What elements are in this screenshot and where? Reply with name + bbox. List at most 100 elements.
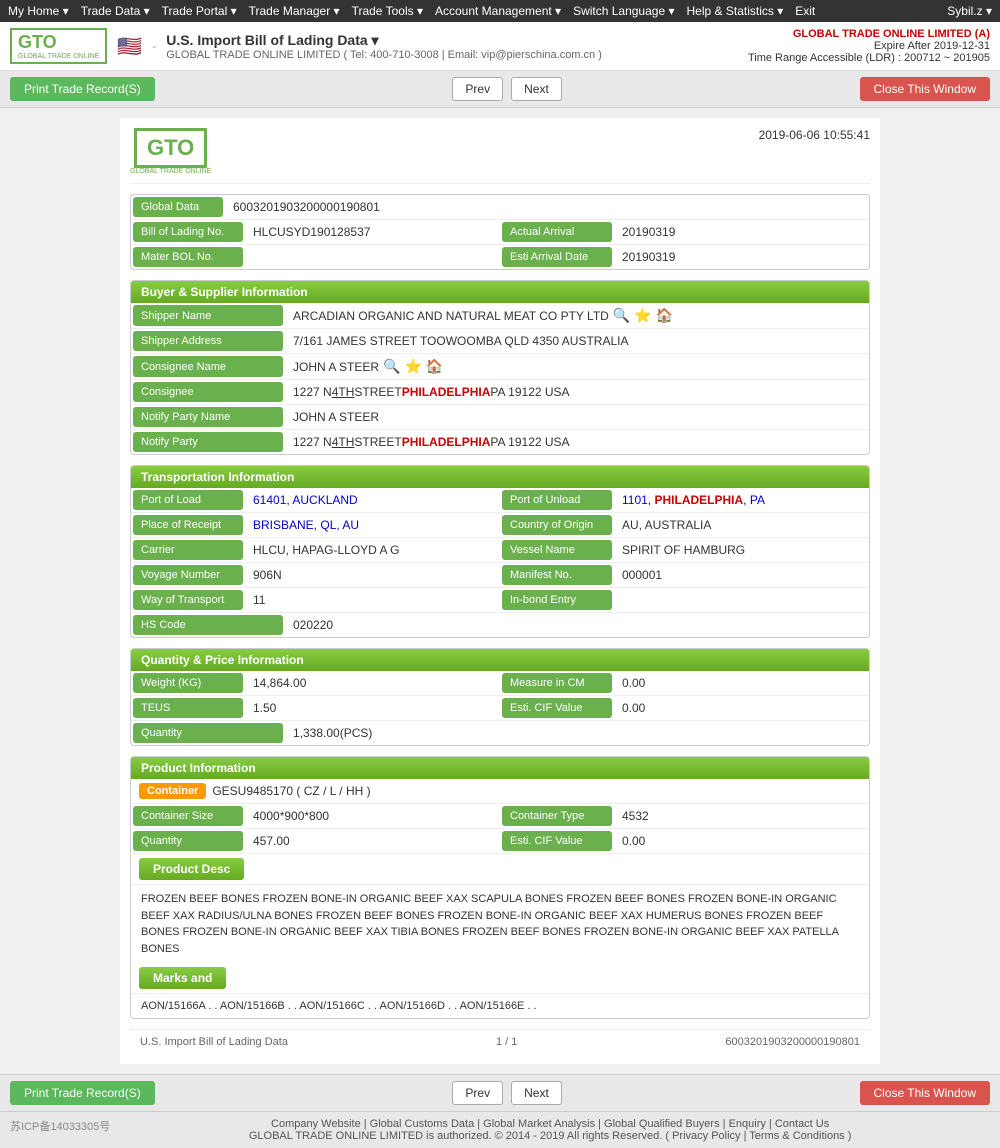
next-button-top[interactable]: Next bbox=[511, 77, 562, 101]
container-value: GESU9485170 ( CZ / L / HH ) bbox=[212, 784, 370, 798]
product-esti-cif-label: Esti. CIF Value bbox=[502, 831, 612, 851]
buyer-supplier-section: Buyer & Supplier Information Shipper Nam… bbox=[130, 280, 870, 455]
teus-label: TEUS bbox=[133, 698, 243, 718]
data-source-contact: GLOBAL TRADE ONLINE LIMITED ( Tel: 400-7… bbox=[166, 49, 602, 61]
product-desc-value: FROZEN BEEF BONES FROZEN BONE-IN ORGANIC… bbox=[131, 885, 869, 963]
bol-value: HLCUSYD190128537 bbox=[245, 220, 500, 244]
teus-value: 1.50 bbox=[245, 696, 500, 720]
notify-party-name-label: Notify Party Name bbox=[133, 407, 283, 427]
hs-code-label: HS Code bbox=[133, 615, 283, 635]
doc-timestamp: 2019-06-06 10:55:41 bbox=[759, 128, 870, 142]
product-title: Product Information bbox=[131, 757, 869, 779]
nav-account-management[interactable]: Account Management ▾ bbox=[435, 4, 561, 18]
quantity-price-title: Quantity & Price Information bbox=[131, 649, 869, 671]
consignee-star-icon[interactable]: ⭐ bbox=[404, 358, 421, 375]
esti-arrival-label: Esti Arrival Date bbox=[502, 247, 612, 267]
country-of-origin-col: Country of Origin AU, AUSTRALIA bbox=[500, 513, 869, 537]
notify-party-label: Notify Party bbox=[133, 432, 283, 452]
shipper-address-value: 7/161 JAMES STREET TOOWOOMBA QLD 4350 AU… bbox=[285, 329, 869, 353]
carrier-value: HLCU, HAPAG-LLOYD A G bbox=[245, 538, 500, 562]
prev-button-top[interactable]: Prev bbox=[452, 77, 503, 101]
data-source-title[interactable]: U.S. Import Bill of Lading Data ▾ bbox=[166, 32, 602, 49]
footer-links: Company Website | Global Customs Data | … bbox=[10, 1118, 990, 1130]
product-desc-label: Product Desc bbox=[139, 858, 244, 880]
product-esti-cif-value: 0.00 bbox=[614, 829, 869, 853]
voyage-number-label: Voyage Number bbox=[133, 565, 243, 585]
notify-party-name-value: JOHN A STEER bbox=[285, 405, 869, 429]
nav-buttons-top: Prev Next bbox=[452, 77, 561, 101]
nav-trade-portal[interactable]: Trade Portal ▾ bbox=[162, 4, 237, 18]
next-button-bottom[interactable]: Next bbox=[511, 1081, 562, 1105]
master-bol-col: Mater BOL No. bbox=[131, 245, 500, 269]
product-quantity-value: 457.00 bbox=[245, 829, 500, 853]
master-bol-label: Mater BOL No. bbox=[133, 247, 243, 267]
port-of-unload-label: Port of Unload bbox=[502, 490, 612, 510]
logo-sub: GLOBAL TRADE ONLINE bbox=[18, 53, 99, 60]
shipper-icons: 🔍 ⭐ 🏠 bbox=[613, 307, 673, 324]
shipper-home-icon[interactable]: 🏠 bbox=[656, 307, 673, 324]
nav-exit[interactable]: Exit bbox=[795, 4, 815, 18]
container-size-label: Container Size bbox=[133, 806, 243, 826]
product-qty-cif-row: Quantity 457.00 Esti. CIF Value 0.00 bbox=[131, 829, 869, 854]
port-of-load-value: 61401, AUCKLAND bbox=[245, 488, 500, 512]
bottom-toolbar: Print Trade Record(S) Prev Next Close Th… bbox=[0, 1074, 1000, 1111]
esti-cif-value: 0.00 bbox=[614, 696, 869, 720]
container-size-value: 4000*900*800 bbox=[245, 804, 500, 828]
data-source-info: U.S. Import Bill of Lading Data ▾ GLOBAL… bbox=[166, 32, 602, 61]
main-content: GTO GLOBAL TRADE ONLINE 2019-06-06 10:55… bbox=[120, 118, 880, 1064]
consignee-name-label: Consignee Name bbox=[133, 356, 283, 377]
bol-label: Bill of Lading No. bbox=[133, 222, 243, 242]
global-data-row: Global Data 60032019032000001908​01 bbox=[131, 195, 869, 220]
esti-cif-label: Esti. CIF Value bbox=[502, 698, 612, 718]
container-type-value: 4532 bbox=[614, 804, 869, 828]
icp-text: 苏ICP备14033305号 bbox=[10, 1118, 110, 1134]
shipper-search-icon[interactable]: 🔍 bbox=[613, 307, 630, 324]
esti-cif-col: Esti. CIF Value 0.00 bbox=[500, 696, 869, 720]
vessel-name-col: Vessel Name SPIRIT OF HAMBURG bbox=[500, 538, 869, 562]
close-button-bottom[interactable]: Close This Window bbox=[860, 1081, 990, 1105]
user-menu[interactable]: Sybil.z ▾ bbox=[947, 4, 992, 18]
close-button-top[interactable]: Close This Window bbox=[860, 77, 990, 101]
weight-value: 14,864.00 bbox=[245, 671, 500, 695]
notify-party-row: Notify Party 1227 N 4TH STREET PHILADELP… bbox=[131, 430, 869, 454]
nav-trade-manager[interactable]: Trade Manager ▾ bbox=[249, 4, 340, 18]
shipper-address-label: Shipper Address bbox=[133, 331, 283, 351]
nav-buttons-bottom: Prev Next bbox=[452, 1081, 561, 1105]
doc-logo-text: GTO bbox=[147, 135, 194, 160]
port-of-unload-col: Port of Unload 1101, PHILADELPHIA, PA bbox=[500, 488, 869, 512]
consignee-value: 1227 N 4TH STREET PHILADELPHIA PA 19122 … bbox=[285, 380, 869, 404]
marks-header-row: Marks and bbox=[131, 963, 869, 994]
port-of-load-label: Port of Load bbox=[133, 490, 243, 510]
place-of-receipt-value: BRISBANE, QL, AU bbox=[245, 513, 500, 537]
product-quantity-col: Quantity 457.00 bbox=[131, 829, 500, 853]
prev-button-bottom[interactable]: Prev bbox=[452, 1081, 503, 1105]
product-esti-cif-col: Esti. CIF Value 0.00 bbox=[500, 829, 869, 853]
company-name: GLOBAL TRADE ONLINE LIMITED (A) bbox=[748, 28, 990, 40]
quantity-price-section: Quantity & Price Information Weight (KG)… bbox=[130, 648, 870, 746]
country-of-origin-label: Country of Origin bbox=[502, 515, 612, 535]
receipt-origin-row: Place of Receipt BRISBANE, QL, AU Countr… bbox=[131, 513, 869, 538]
nav-items: My Home ▾ Trade Data ▾ Trade Portal ▾ Tr… bbox=[8, 4, 815, 18]
consignee-home-icon[interactable]: 🏠 bbox=[426, 358, 443, 375]
teus-cif-row: TEUS 1.50 Esti. CIF Value 0.00 bbox=[131, 696, 869, 721]
print-button-top[interactable]: Print Trade Record(S) bbox=[10, 77, 155, 101]
nav-trade-tools[interactable]: Trade Tools ▾ bbox=[352, 4, 423, 18]
nav-trade-data[interactable]: Trade Data ▾ bbox=[81, 4, 150, 18]
master-bol-value bbox=[245, 245, 500, 269]
nav-help-statistics[interactable]: Help & Statistics ▾ bbox=[687, 4, 784, 18]
header-right: GLOBAL TRADE ONLINE LIMITED (A) Expire A… bbox=[748, 28, 990, 64]
shipper-address-row: Shipper Address 7/161 JAMES STREET TOOWO… bbox=[131, 329, 869, 354]
consignee-search-icon[interactable]: 🔍 bbox=[383, 358, 400, 375]
global-data-section: Global Data 60032019032000001908​01 Bill… bbox=[130, 194, 870, 270]
nav-my-home[interactable]: My Home ▾ bbox=[8, 4, 69, 18]
shipper-star-icon[interactable]: ⭐ bbox=[634, 307, 651, 324]
container-row: Container GESU9485170 ( CZ / L / HH ) bbox=[131, 779, 869, 804]
nav-switch-language[interactable]: Switch Language ▾ bbox=[573, 4, 674, 18]
print-button-bottom[interactable]: Print Trade Record(S) bbox=[10, 1081, 155, 1105]
doc-header: GTO GLOBAL TRADE ONLINE 2019-06-06 10:55… bbox=[130, 128, 870, 184]
voyage-manifest-row: Voyage Number 906N Manifest No. 000001 bbox=[131, 563, 869, 588]
consignee-name-row: Consignee Name JOHN A STEER 🔍 ⭐ 🏠 bbox=[131, 354, 869, 380]
transport-title: Transportation Information bbox=[131, 466, 869, 488]
bol-col: Bill of Lading No. HLCUSYD190128537 bbox=[131, 220, 500, 244]
country-of-origin-value: AU, AUSTRALIA bbox=[614, 513, 869, 537]
